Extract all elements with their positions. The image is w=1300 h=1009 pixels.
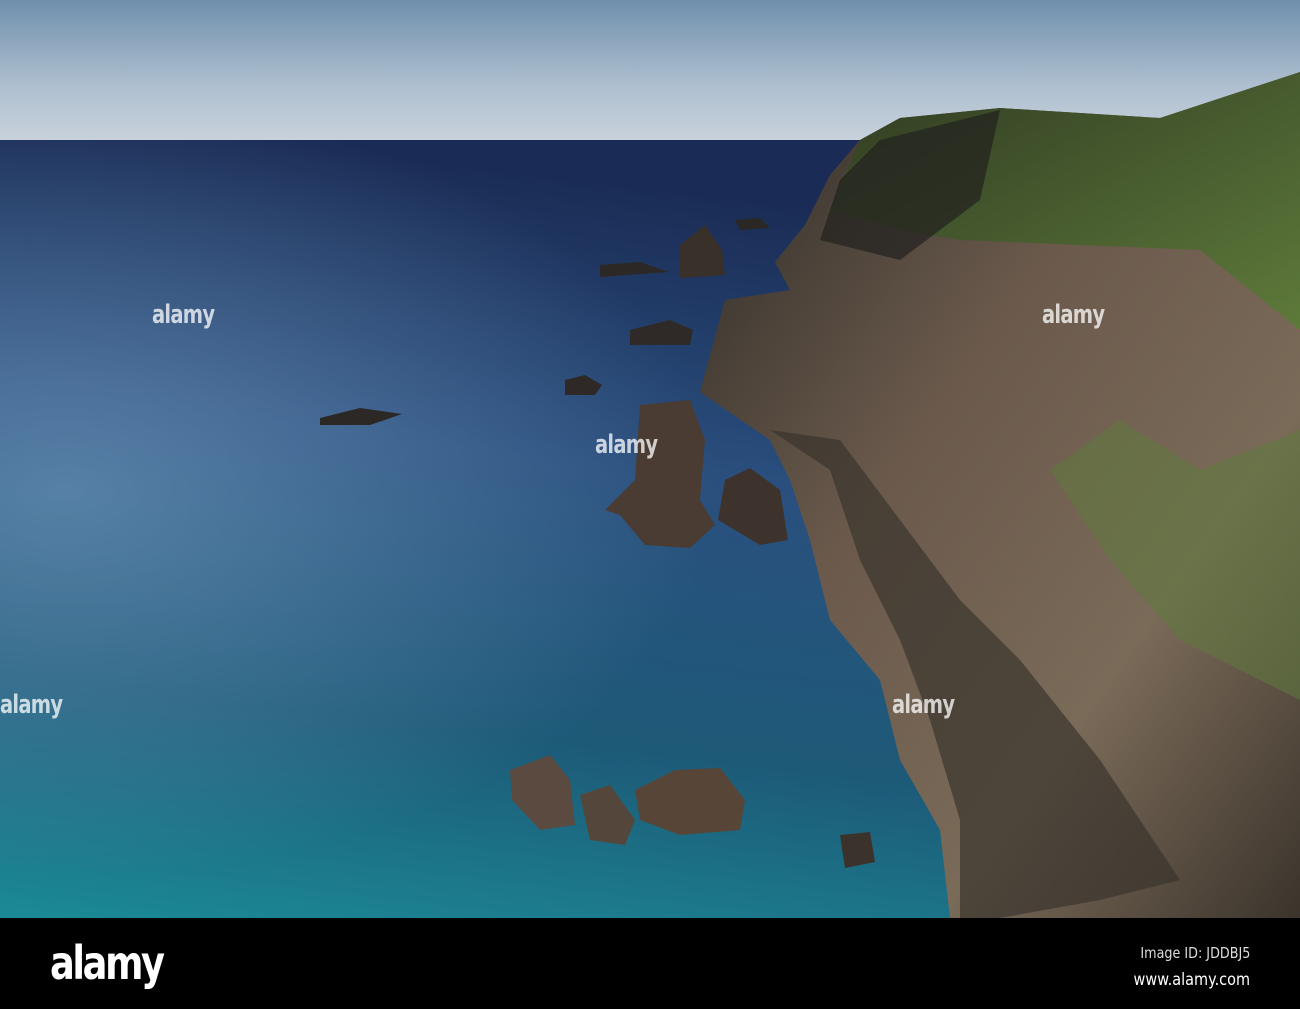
site-url: www.alamy.com xyxy=(1133,970,1250,990)
watermark-text: alamy xyxy=(152,300,215,330)
watermark-text: alamy xyxy=(595,430,658,460)
footer-bar: alamy Image ID: JDDBJ5 www.alamy.com xyxy=(0,918,1300,1009)
watermark-text: alamy xyxy=(1042,300,1105,330)
watermark-text: alamy xyxy=(892,690,955,720)
image-id-label: Image ID: JDDBJ5 xyxy=(1140,944,1250,962)
alamy-logo: alamy xyxy=(50,936,165,990)
watermark-text: alamy xyxy=(0,690,63,720)
